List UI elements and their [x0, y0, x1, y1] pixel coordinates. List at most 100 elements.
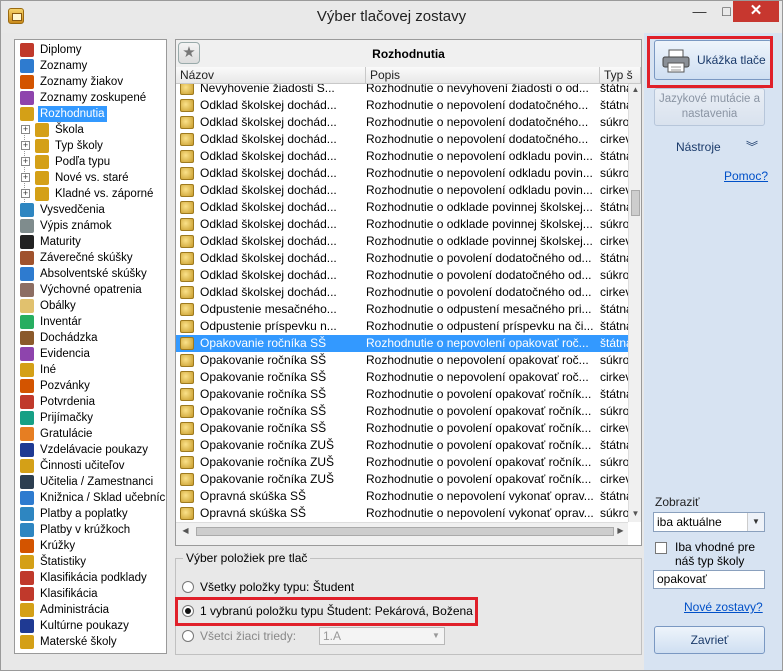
table-row[interactable]: Opakovanie ročníka SŠ Rozhodnutie o nepov… — [176, 369, 628, 386]
scroll-down-icon[interactable]: ▼ — [629, 509, 641, 518]
table-row[interactable]: Odklad školskej dochád... Rozhodnutie o n… — [176, 97, 628, 114]
scroll-right-icon[interactable]: ▶ — [614, 526, 627, 535]
report-icon — [180, 252, 194, 265]
scroll-left-icon[interactable]: ◀ — [179, 526, 192, 535]
expand-icon[interactable]: + — [21, 141, 30, 150]
report-icon — [180, 184, 194, 197]
cell-description: Rozhodnutie o povolení dodatočného od... — [366, 251, 592, 265]
report-icon — [180, 507, 194, 520]
tree-item-label: Kultúrne poukazy — [40, 620, 129, 632]
cell-description: Rozhodnutie o povolení opakovať ročník..… — [366, 404, 592, 418]
table-row[interactable]: Opakovanie ročníka ZUŠ Rozhodnutie o povo… — [176, 454, 628, 471]
close-window-button[interactable]: ✕ — [733, 1, 779, 22]
cell-name: Odklad školskej dochád... — [200, 200, 337, 214]
radio-all-items-control[interactable] — [182, 581, 194, 593]
column-header-school-type[interactable]: Typ š — [600, 67, 641, 84]
tree-item-label: Evidencia — [40, 348, 90, 360]
window-title: Výber tlačovej zostavy — [316, 8, 467, 25]
table-row[interactable]: Odklad školskej dochád... Rozhodnutie o n… — [176, 182, 628, 199]
table-row[interactable]: Opravná skúška SŠ Rozhodnutie o nepovolen… — [176, 505, 628, 522]
expand-icon[interactable]: + — [21, 189, 30, 198]
table-row[interactable]: Odklad školskej dochád... Rozhodnutie o o… — [176, 216, 628, 233]
table-row[interactable]: Odklad školskej dochád... Rozhodnutie o n… — [176, 114, 628, 131]
cell-name: Opakovanie ročníka SŠ — [200, 353, 327, 367]
cell-description: Rozhodnutie o nepovolení dodatočného... — [366, 132, 589, 146]
table-row[interactable]: Odklad školskej dochád... Rozhodnutie o o… — [176, 233, 628, 250]
language-settings-button[interactable]: Jazykové mutácie a nastavenia — [654, 88, 765, 126]
tree-item-label: Platby v krúžkoch — [40, 524, 131, 536]
highlight-selected-option — [175, 597, 478, 626]
table-row[interactable]: Opakovanie ročníka SŠ Rozhodnutie o nepov… — [176, 335, 628, 352]
search-input[interactable]: opakovať — [653, 570, 765, 589]
cell-school-type: súkro — [600, 455, 628, 469]
table-row[interactable]: Odpustenie príspevku n... Rozhodnutie o o… — [176, 318, 628, 335]
table-row[interactable]: Odklad školskej dochád... Rozhodnutie o n… — [176, 131, 628, 148]
folder-icon — [35, 171, 49, 185]
cell-name: Odklad školskej dochád... — [200, 183, 337, 197]
cell-school-type: súkro — [600, 115, 628, 129]
expand-icon[interactable]: + — [21, 125, 30, 134]
radio-all-items-label: Všetky položky typu: Študent — [200, 580, 355, 594]
column-header-description[interactable]: Popis — [366, 67, 600, 84]
tree-item-label: Materské školy — [40, 636, 117, 648]
star-icon: ★ — [182, 44, 196, 61]
cell-school-type: štátna — [600, 302, 628, 316]
only-matching-checkbox-control[interactable] — [655, 542, 667, 554]
table-row[interactable]: Odklad školskej dochád... Rozhodnutie o p… — [176, 267, 628, 284]
report-icon — [180, 303, 194, 316]
tree-item-label: Vzdelávacie poukazy — [40, 444, 149, 456]
scroll-up-icon[interactable]: ▲ — [629, 85, 641, 94]
tree-item-label: Maturity — [40, 236, 81, 248]
clubs-icon — [20, 539, 34, 553]
expand-icon[interactable]: + — [21, 157, 30, 166]
cell-description: Rozhodnutie o nepovolení opakovať roč... — [366, 370, 589, 384]
tree-item-label: Knižnica / Sklad učebníc — [40, 492, 166, 504]
table-row[interactable]: Nevyhovenie žiadosti S... Rozhodnutie o n… — [176, 84, 628, 97]
help-link[interactable]: Pomoc? — [724, 169, 768, 183]
report-icon — [180, 167, 194, 180]
table-row[interactable]: Opakovanie ročníka ZUŠ Rozhodnutie o povo… — [176, 471, 628, 488]
column-header-name[interactable]: Názov — [176, 67, 366, 84]
cell-name: Opakovanie ročníka SŠ — [200, 336, 327, 350]
table-row[interactable]: Odklad školskej dochád... Rozhodnutie o p… — [176, 284, 628, 301]
vertical-scroll-thumb[interactable] — [631, 190, 640, 216]
horizontal-scroll-thumb[interactable] — [196, 527, 614, 536]
expand-icon[interactable]: + — [21, 173, 30, 182]
table-row[interactable]: Odpustenie mesačného... Rozhodnutie o odp… — [176, 301, 628, 318]
table-row[interactable]: Odklad školskej dochád... Rozhodnutie o n… — [176, 148, 628, 165]
table-row[interactable]: Opakovanie ročníka SŠ Rozhodnutie o povol… — [176, 386, 628, 403]
table-row[interactable]: Opakovanie ročníka SŠ Rozhodnutie o nepov… — [176, 352, 628, 369]
table-row[interactable]: Odklad školskej dochád... Rozhodnutie o n… — [176, 165, 628, 182]
decision-icon — [20, 107, 34, 121]
horizontal-scrollbar[interactable]: ◀ ▶ — [176, 522, 628, 545]
cell-description: Rozhodnutie o povolení dodatočného od... — [366, 285, 592, 299]
tree-item-label: Absolventské skúšky — [40, 268, 147, 280]
table-row[interactable]: Opravná skúška SŠ Rozhodnutie o nepovolen… — [176, 488, 628, 505]
table-row[interactable]: Odklad školskej dochád... Rozhodnutie o p… — [176, 250, 628, 267]
favorite-star-button[interactable]: ★ — [178, 42, 200, 64]
close-button[interactable]: Zavrieť — [654, 626, 765, 654]
table-row[interactable]: Opakovanie ročníka ZUŠ Rozhodnutie o povo… — [176, 437, 628, 454]
report-icon — [180, 354, 194, 367]
cell-description: Rozhodnutie o nepovolení odkladu povin..… — [366, 166, 593, 180]
cell-description: Rozhodnutie o nepovolení vykonať oprav..… — [366, 489, 594, 503]
graduation-icon — [20, 235, 34, 249]
show-filter-select[interactable]: iba aktuálne ▼ — [653, 512, 765, 532]
table-row[interactable]: Opakovanie ročníka SŠ Rozhodnutie o povol… — [176, 420, 628, 437]
class-select[interactable]: 1.A ▼ — [319, 627, 445, 645]
category-tree[interactable]: Diplomy Zoznamy Zoznamy žiakov Zoznamy zosk… — [14, 39, 167, 654]
radio-class-students-control[interactable] — [182, 630, 194, 642]
vertical-scrollbar[interactable]: ▲ ▼ — [628, 84, 641, 522]
table-row[interactable]: Opakovanie ročníka SŠ Rozhodnutie o povol… — [176, 403, 628, 420]
minimize-button[interactable]: — — [686, 1, 713, 22]
cell-school-type: súkro — [600, 166, 628, 180]
report-icon — [180, 456, 194, 469]
new-reports-link[interactable]: Nové zostavy? — [684, 600, 763, 614]
tree-item-label: Učitelia / Zamestnanci — [40, 476, 154, 488]
tools-expander[interactable]: Nástroje ︾ — [654, 137, 766, 157]
table-row[interactable]: Odklad školskej dochád... Rozhodnutie o o… — [176, 199, 628, 216]
cell-school-type: súkro — [600, 404, 628, 418]
cell-description: Rozhodnutie o odklade povinnej školskej.… — [366, 234, 593, 248]
report-icon — [180, 473, 194, 486]
tree-item-label: Štatistiky — [40, 556, 87, 568]
